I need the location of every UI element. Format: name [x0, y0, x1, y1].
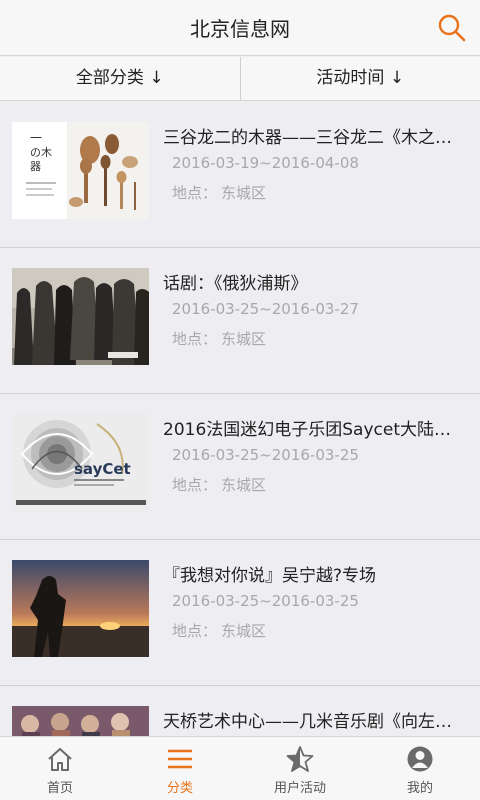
- location-value: 东城区: [221, 330, 267, 348]
- event-title: 2016法国迷幻电子乐团Saycet大陆…: [163, 420, 452, 440]
- tab-label: 我的: [406, 781, 433, 796]
- tab-user-activity[interactable]: 用户活动: [240, 737, 360, 800]
- location-label: 地点：: [172, 330, 218, 348]
- location-label: 地点：: [172, 184, 218, 202]
- event-item[interactable]: 天桥艺术中心——几米音乐剧《向左…: [0, 686, 480, 736]
- event-location: 地点： 东城区: [172, 620, 270, 641]
- event-list[interactable]: 一 の木 器 三谷龙二的木器——三谷龙二《木之… 2016-03-19~2016…: [0, 102, 480, 736]
- menu-icon: [165, 745, 195, 773]
- svg-text:器: 器: [30, 160, 41, 173]
- app-header: 北京信息网: [0, 0, 480, 56]
- svg-text:一: 一: [30, 131, 42, 145]
- category-filter-button[interactable]: 全部分类 ↓: [0, 57, 240, 100]
- event-thumbnail: sayCet: [12, 414, 149, 511]
- event-location: 地点： 东城区: [172, 474, 270, 495]
- location-label: 地点：: [172, 622, 218, 640]
- tab-mine[interactable]: 我的: [360, 737, 480, 800]
- event-thumbnail: [12, 706, 149, 736]
- event-item[interactable]: 话剧：《俄狄浦斯》 2016-03-25~2016-03-27 地点： 东城区: [0, 248, 480, 394]
- user-icon: [405, 745, 435, 773]
- filter-bar: 全部分类 ↓ 活动时间 ↓: [0, 57, 480, 101]
- location-value: 东城区: [221, 184, 267, 202]
- event-title: 『我想对你说』吴宁越?专场: [163, 566, 377, 586]
- time-filter-button[interactable]: 活动时间 ↓: [241, 57, 480, 100]
- location-value: 东城区: [221, 476, 267, 494]
- tab-label: 用户活动: [273, 781, 326, 796]
- page-title: 北京信息网: [190, 17, 290, 41]
- event-item[interactable]: 『我想对你说』吴宁越?专场 2016-03-25~2016-03-25 地点：东…: [0, 540, 480, 686]
- event-date: 2016-03-25~2016-03-27: [172, 300, 359, 318]
- event-item[interactable]: 一 の木 器 三谷龙二的木器——三谷龙二《木之… 2016-03-19~2016…: [0, 102, 480, 248]
- location-label: 地点：: [172, 476, 218, 494]
- home-icon: [45, 745, 75, 773]
- svg-text:の木: の木: [30, 146, 52, 159]
- tab-home[interactable]: 首页: [0, 737, 120, 800]
- event-location: 地点： 东城区: [172, 182, 270, 203]
- event-item[interactable]: sayCet 2016法国迷幻电子乐团Saycet大陆… 2016-03-25~…: [0, 394, 480, 540]
- event-thumbnail: [12, 268, 149, 365]
- event-date: 2016-03-25~2016-03-25: [172, 446, 359, 464]
- event-title: 话剧：《俄狄浦斯》: [163, 274, 308, 294]
- star-icon: [285, 745, 315, 773]
- event-thumbnail: 一 の木 器: [12, 122, 149, 219]
- location-value: 东城区: [221, 622, 267, 640]
- svg-text:sayCet: sayCet: [74, 460, 131, 478]
- event-date: 2016-03-19~2016-04-08: [172, 154, 359, 172]
- tab-label: 分类: [166, 781, 193, 796]
- event-location: 地点： 东城区: [172, 328, 270, 349]
- tab-category[interactable]: 分类: [120, 737, 240, 800]
- search-icon[interactable]: [436, 12, 468, 44]
- event-title: 三谷龙二的木器——三谷龙二《木之…: [163, 128, 452, 148]
- event-title: 天桥艺术中心——几米音乐剧《向左…: [163, 712, 452, 732]
- tab-label: 首页: [46, 781, 73, 796]
- bottom-tab-bar: 首页 分类 用户活动 我的: [0, 736, 480, 800]
- event-thumbnail: [12, 560, 149, 657]
- event-date: 2016-03-25~2016-03-25: [172, 592, 359, 610]
